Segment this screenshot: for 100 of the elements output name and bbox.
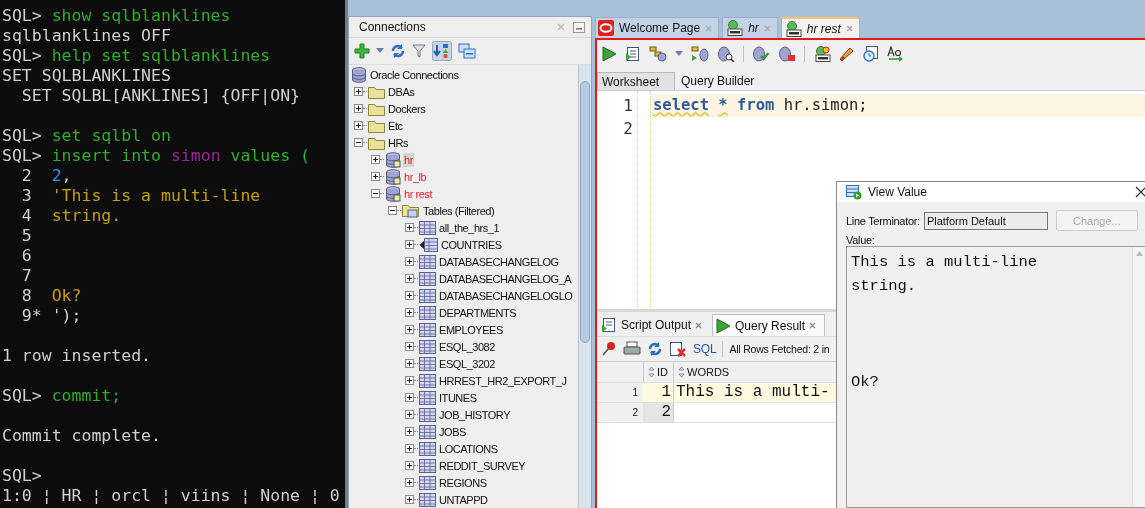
database-icon (351, 66, 367, 83)
printer-icon[interactable] (623, 341, 641, 357)
expander-icon[interactable] (354, 121, 363, 130)
terminal-text: commit; (51, 386, 122, 405)
output-tab[interactable]: Script Output (599, 314, 711, 336)
dropdown-caret-icon[interactable] (675, 51, 683, 57)
editor-tab[interactable]: hr (722, 17, 778, 38)
tree-item[interactable]: REDDIT_SURVEY (438, 458, 527, 473)
tree-item[interactable]: DEPARTMENTS (438, 305, 518, 320)
expander-icon[interactable] (371, 172, 380, 181)
tree-item[interactable]: HRREST_HR2_EXPORT_J (438, 373, 568, 388)
expander-icon[interactable] (405, 240, 414, 249)
tree-item[interactable]: LOCATIONS (438, 441, 499, 456)
commit-icon[interactable] (752, 46, 770, 62)
tree-item[interactable]: DATABASECHANGELOGLO (438, 288, 574, 303)
logo-icon (598, 20, 614, 36)
tree-item[interactable]: hr rest (403, 186, 434, 201)
refresh-icon[interactable] (647, 341, 663, 357)
expander-icon[interactable] (354, 104, 363, 113)
editor-tab[interactable]: Welcome Page (595, 17, 720, 38)
terminal-text: 8 (20, 286, 33, 305)
explain-plan-icon[interactable] (649, 46, 667, 62)
tree-item[interactable]: DATABASECHANGELOG (438, 254, 560, 269)
tree-item[interactable]: Dockers (387, 101, 427, 116)
run-script-icon[interactable] (625, 46, 641, 62)
tree-item[interactable]: Tables (Filtered) (422, 203, 496, 218)
folder-icon (368, 135, 385, 150)
terminal-text: show sqlblanklines (51, 6, 231, 25)
dropdown-caret-icon[interactable] (376, 48, 384, 54)
expander-icon[interactable] (405, 342, 414, 351)
tree-item[interactable]: all_the_hrs_1 (438, 220, 501, 235)
terminal-text: set sqlbl on (51, 126, 171, 145)
tree-item[interactable]: DBAs (387, 84, 416, 99)
expander-icon[interactable] (405, 376, 414, 385)
table-cell: 2 (643, 403, 673, 422)
panel-title: Connections (359, 20, 427, 34)
eraser-icon[interactable] (839, 46, 855, 62)
tree-item[interactable]: HRs (387, 135, 410, 150)
expander-icon[interactable] (405, 257, 414, 266)
tree-item[interactable]: ITUNES (438, 390, 478, 405)
close-icon[interactable] (1135, 186, 1145, 198)
tree-item[interactable]: Etc (387, 118, 404, 133)
editor-tab[interactable]: hr rest (780, 17, 860, 38)
table-icon (419, 407, 436, 422)
worksheet-tab[interactable]: Query Builder (675, 72, 759, 90)
history-clock-icon[interactable] (863, 46, 879, 62)
expander-icon[interactable] (371, 189, 380, 198)
refresh-icon[interactable] (390, 43, 406, 59)
table-icon (419, 475, 436, 490)
terminal-text: SQL> (2, 126, 43, 145)
tree-item[interactable]: Oracle Connections (369, 67, 460, 82)
sql-worksheet-icon[interactable] (813, 46, 831, 62)
autotrace-icon[interactable] (691, 46, 709, 62)
tree-item[interactable]: hr_lb (403, 169, 428, 184)
filter-icon[interactable] (412, 43, 426, 59)
expander-icon[interactable] (405, 427, 414, 436)
expander-icon[interactable] (405, 291, 414, 300)
tree-item[interactable]: JOBS (438, 424, 467, 439)
terminator-field[interactable]: Platform Default (923, 211, 1048, 230)
expander-icon[interactable] (405, 274, 414, 283)
expander-icon[interactable] (354, 87, 363, 96)
windows-icon[interactable] (458, 43, 476, 59)
pin-icon[interactable] (601, 341, 617, 357)
table-icon (419, 220, 436, 235)
tree-item[interactable]: UNTAPPD (438, 492, 489, 507)
add-icon[interactable] (354, 43, 370, 59)
expander-icon[interactable] (405, 410, 414, 419)
run-icon[interactable] (601, 46, 617, 62)
expander-icon[interactable] (371, 155, 380, 164)
delete-icon[interactable] (669, 341, 687, 357)
expander-icon[interactable] (405, 444, 414, 453)
output-tab[interactable]: Query Result (712, 314, 826, 336)
tree-item[interactable]: ESQL_3082 (438, 339, 496, 354)
database-search-icon[interactable] (717, 46, 735, 62)
expander-icon[interactable] (405, 393, 414, 402)
scrollbar[interactable] (578, 65, 591, 508)
tree-item[interactable]: REGIONS (438, 475, 488, 490)
tree-item[interactable]: EMPLOYEES (438, 322, 504, 337)
rollback-icon[interactable] (778, 46, 796, 62)
tree-item[interactable]: ESQL_3202 (438, 356, 496, 371)
expander-icon[interactable] (405, 325, 414, 334)
tree-item[interactable]: JOB_HISTORY (438, 407, 512, 422)
expander-icon[interactable] (354, 138, 363, 147)
expander-icon[interactable] (405, 495, 414, 504)
tree-item[interactable]: DATABASECHANGELOG_A (438, 271, 573, 286)
schema-browser-icon[interactable] (432, 41, 452, 61)
expander-icon[interactable] (405, 308, 414, 317)
minimize-icon[interactable] (573, 21, 585, 33)
column-header[interactable]: ID (643, 362, 673, 382)
text-case-icon[interactable] (887, 46, 903, 62)
expander-icon[interactable] (405, 461, 414, 470)
expander-icon[interactable] (405, 223, 414, 232)
sql-link[interactable]: SQL (693, 342, 717, 356)
table-icon (419, 254, 436, 269)
terminal-text: values ( (229, 146, 310, 165)
expander-icon[interactable] (405, 478, 414, 487)
worksheet-tab[interactable]: Worksheet (597, 72, 675, 90)
expander-icon[interactable] (388, 206, 397, 215)
expander-icon[interactable] (405, 359, 414, 368)
tree-item[interactable]: COUNTRIES (440, 237, 503, 252)
